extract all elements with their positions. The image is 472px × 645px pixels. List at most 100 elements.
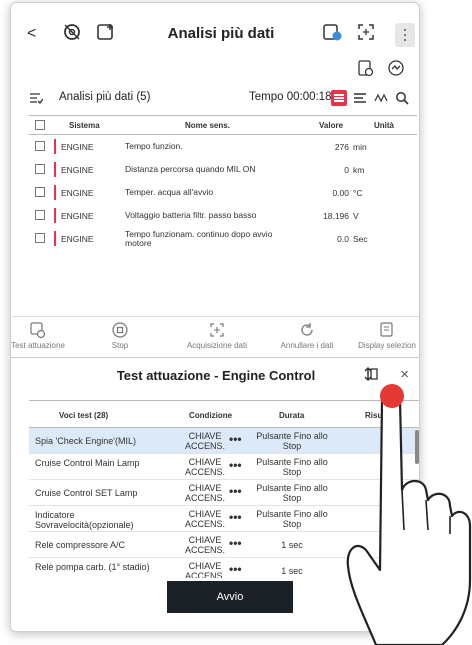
row-checkbox[interactable] [35,210,45,220]
display-selection-button[interactable]: Display selezion [347,321,419,350]
row-unit: min [353,142,367,152]
more-options-button[interactable]: ••• [229,536,242,550]
reset-data-button[interactable]: Annullare i dati [267,321,347,350]
capture-icon [210,323,224,337]
tool-label: Stop [111,341,129,350]
table-row[interactable]: ENGINE Temper. acqua all'avvio 0.00 °C [29,181,417,204]
elapsed-time: Tempo 00:00:18 [249,91,332,103]
test-duration: 1 sec [281,540,303,550]
row-unit: Sec [353,234,368,244]
row-system: ENGINE [61,165,94,175]
test-duration: Pulsante Fino allo Stop [256,483,328,503]
row-sensor-name: Voltaggio batteria filtr. passo basso [125,210,257,220]
test-duration: Pulsante Fino allo Stop [256,509,328,529]
system-marker [54,162,56,177]
search-icon[interactable] [395,91,409,105]
vci-status-icon[interactable] [321,21,343,43]
back-icon[interactable]: < [27,25,36,43]
row-sensor-name: Temper. acqua all'avvio [125,187,214,197]
data-panel-title: Analisi più dati (5) [59,91,151,103]
row-sensor-name: Tempo funzion. [125,141,183,151]
row-system: ENGINE [61,211,94,221]
more-options-button[interactable]: ••• [229,562,242,576]
secondary-icons [349,59,409,79]
row-value: 276 [334,142,349,152]
row-value: 18.196 [323,211,349,221]
bottom-toolbar: Test attuazione Stop Acquisizione dati A… [11,316,419,356]
column-duration: Durata [279,411,305,420]
vehicle-settings-icon[interactable] [61,21,83,43]
system-marker [54,139,56,154]
row-checkbox[interactable] [35,164,45,174]
system-marker [54,185,56,200]
add-data-icon[interactable] [95,21,117,43]
page-title: Analisi più dati [167,25,275,42]
select-list-icon[interactable] [29,92,43,106]
test-duration: Pulsante Fino allo Stop [256,457,328,477]
test-condition: CHIAVE ACCENS. [184,457,225,477]
test-duration: 1 sec [281,566,303,576]
start-button[interactable]: Avvio [167,581,293,613]
display-icon [380,322,393,337]
table-row[interactable]: ENGINE Tempo funzion. 276 min [29,135,417,158]
fullscreen-icon[interactable] [355,21,377,43]
test-condition: CHIAVE ACCENS. [184,431,225,451]
row-unit: V [353,211,359,221]
stop-button[interactable]: Stop [83,321,157,350]
table-row[interactable]: ENGINE Distanza percorsa quando MIL ON 0… [29,158,417,181]
test-name: Spia 'Check Engine'(MIL) [35,436,136,446]
row-system: ENGINE [61,188,94,198]
more-options-button[interactable]: ••• [229,432,242,446]
test-condition: CHIAVE ACCENS. [184,483,225,503]
refresh-icon [301,323,313,336]
touch-indicator [380,384,404,408]
more-options-button[interactable]: ••• [229,458,242,472]
column-system: Sistema [69,121,100,130]
table-row[interactable]: ENGINE Voltaggio batteria filtr. passo b… [29,204,417,227]
select-all-checkbox[interactable] [35,120,45,130]
more-menu-button[interactable] [395,23,415,47]
test-actuation-button[interactable]: Test attuazione [11,321,75,350]
tool-label: Test attuazione [11,341,65,350]
column-unit: Unità [374,121,394,130]
text-view-icon[interactable] [353,91,367,105]
list-view-button[interactable] [331,90,347,106]
test-name: Cruise Control SET Lamp [35,488,138,498]
report-icon[interactable] [357,59,375,77]
test-name: Cruise Control Main Lamp [35,458,140,468]
row-value: 0 [344,165,349,175]
graph-view-icon[interactable] [374,91,388,105]
row-value: 0.0 [337,234,349,244]
column-condition: Condizione [189,411,233,420]
row-unit: km [353,165,365,175]
tool-label: Annullare i dati [280,341,334,350]
test-condition: CHIAVE ACCENS. [184,509,225,529]
row-checkbox[interactable] [35,141,45,151]
stop-icon [112,322,128,338]
data-acquisition-button[interactable]: Acquisizione dati [171,321,263,350]
connection-icon[interactable] [387,59,405,77]
row-checkbox[interactable] [35,187,45,197]
more-options-button[interactable]: ••• [229,510,242,524]
column-value: Valore [319,121,344,130]
test-duration: Pulsante Fino allo Stop [256,431,328,451]
row-system: ENGINE [61,234,94,244]
system-marker [54,231,56,246]
pointing-hand-icon [346,391,472,645]
test-name: Relè pompa carb. (1° stadio) [35,562,150,572]
data-panel-header: Analisi più dati (5) Tempo 00:00:18 [11,87,419,109]
test-name: Relè compressore A/C [35,540,126,550]
tool-label: Acquisizione dati [186,341,248,350]
sensor-data-table: Sistema Nome sens. Valore Unità ENGINE T… [29,115,417,255]
test-condition: CHIAVE ACCENS. [184,561,225,578]
row-sensor-name: Distanza percorsa quando MIL ON [125,164,256,174]
row-checkbox[interactable] [35,233,45,243]
row-sensor-name: Tempo funzionam. continuo dopo avvio mot… [125,229,273,248]
row-unit: °C [353,188,363,198]
system-marker [54,208,56,223]
top-bar: < Analisi più dati [11,3,419,59]
row-value: 0.00 [332,188,349,198]
column-sensor-name: Nome sens. [185,121,230,130]
more-options-button[interactable]: ••• [229,484,242,498]
table-row[interactable]: ENGINE Tempo funzionam. continuo dopo av… [29,227,417,255]
